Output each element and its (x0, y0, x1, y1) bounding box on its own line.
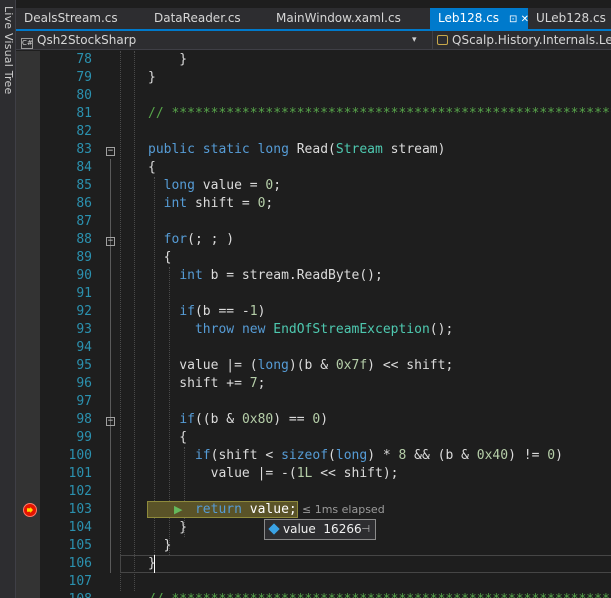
code-line[interactable]: 86 int shift = 0; (16, 195, 611, 213)
code-line[interactable]: 97 (16, 393, 611, 411)
project-dropdown[interactable]: C# Qsh2StockSharp (21, 31, 426, 49)
code-line[interactable]: 99 { (16, 429, 611, 447)
pin-icon[interactable]: ⊣ (361, 520, 370, 539)
tab-dealsstream[interactable]: DealsStream.cs (16, 8, 138, 29)
field-icon (268, 523, 280, 535)
code-line[interactable]: 101 value |= -(1L << shift); (16, 465, 611, 483)
code-line[interactable]: 85 long value = 0; (16, 177, 611, 195)
project-name: Qsh2StockSharp (37, 33, 137, 47)
code-line[interactable]: 90 int b = stream.ReadByte(); (16, 267, 611, 285)
class-icon (437, 35, 448, 45)
live-visual-tree-label[interactable]: Live Visual Tree (2, 6, 15, 94)
code-line[interactable]: 81// ***********************************… (16, 105, 611, 123)
navigation-bar: C# Qsh2StockSharp ▾ QScalp.History.Intern… (16, 31, 611, 50)
code-line[interactable]: 84{ (16, 159, 611, 177)
live-visual-tree-panel[interactable]: Live Visual Tree (0, 0, 16, 598)
code-line[interactable]: 100 if(shift < sizeof(long) * 8 && (b & … (16, 447, 611, 465)
breakpoint-icon[interactable] (23, 503, 37, 517)
chevron-down-icon[interactable]: ▾ (412, 31, 417, 49)
collapse-toggle-icon[interactable]: − (106, 237, 115, 246)
code-line[interactable]: 79} (16, 69, 611, 87)
datatip-name: value (283, 522, 316, 536)
execution-arrow-icon (27, 507, 33, 513)
tab-datareader[interactable]: DataReader.cs (146, 8, 264, 29)
tab-pin-close-icons[interactable]: ⊡ ✕ (509, 10, 529, 30)
tab-leb128[interactable]: Leb128.cs ⊡ ✕ (430, 8, 529, 30)
datatip[interactable]: value 16266 ⊣ (264, 519, 376, 540)
code-line[interactable]: 78 } (16, 51, 611, 69)
code-line[interactable]: 94 (16, 339, 611, 357)
code-line[interactable]: 87 (16, 213, 611, 231)
collapse-toggle-icon[interactable]: − (106, 147, 115, 156)
document-tabs: DealsStream.cs DataReader.cs MainWindow.… (16, 8, 611, 29)
run-to-click-icon[interactable]: ▶ (174, 503, 182, 516)
code-line[interactable]: 89 { (16, 249, 611, 267)
code-line[interactable]: 102 (16, 483, 611, 501)
code-line[interactable]: 107 (16, 573, 611, 591)
code-line[interactable]: 91 (16, 285, 611, 303)
code-line[interactable]: 80 (16, 87, 611, 105)
current-statement: return value; (147, 501, 298, 519)
tab-uleb128[interactable]: ULeb128.cs (528, 8, 611, 29)
datatip-value[interactable]: 16266 (323, 522, 361, 536)
collapse-toggle-icon[interactable]: − (106, 417, 115, 426)
code-line[interactable]: 93 throw new EndOfStreamException(); (16, 321, 611, 339)
code-editor[interactable]: 78 } 79} 80 81// ***********************… (16, 51, 611, 598)
class-dropdown[interactable]: QScalp.History.Internals.Leb128 (432, 31, 611, 49)
code-line[interactable]: 95 value |= (long)(b & 0x7f) << shift; (16, 357, 611, 375)
csharp-project-icon: C# (21, 38, 33, 49)
code-line[interactable]: 108// **********************************… (16, 591, 611, 598)
tab-mainwindow[interactable]: MainWindow.xaml.cs (268, 8, 428, 29)
class-path: QScalp.History.Internals.Leb128 (452, 33, 611, 47)
code-line[interactable]: 92 if(b == -1) (16, 303, 611, 321)
text-caret (154, 555, 155, 573)
perf-tip[interactable]: ≤ 1ms elapsed (302, 503, 385, 516)
code-line[interactable]: 82 (16, 123, 611, 141)
current-line-frame (120, 555, 611, 573)
code-line[interactable]: 96 shift += 7; (16, 375, 611, 393)
